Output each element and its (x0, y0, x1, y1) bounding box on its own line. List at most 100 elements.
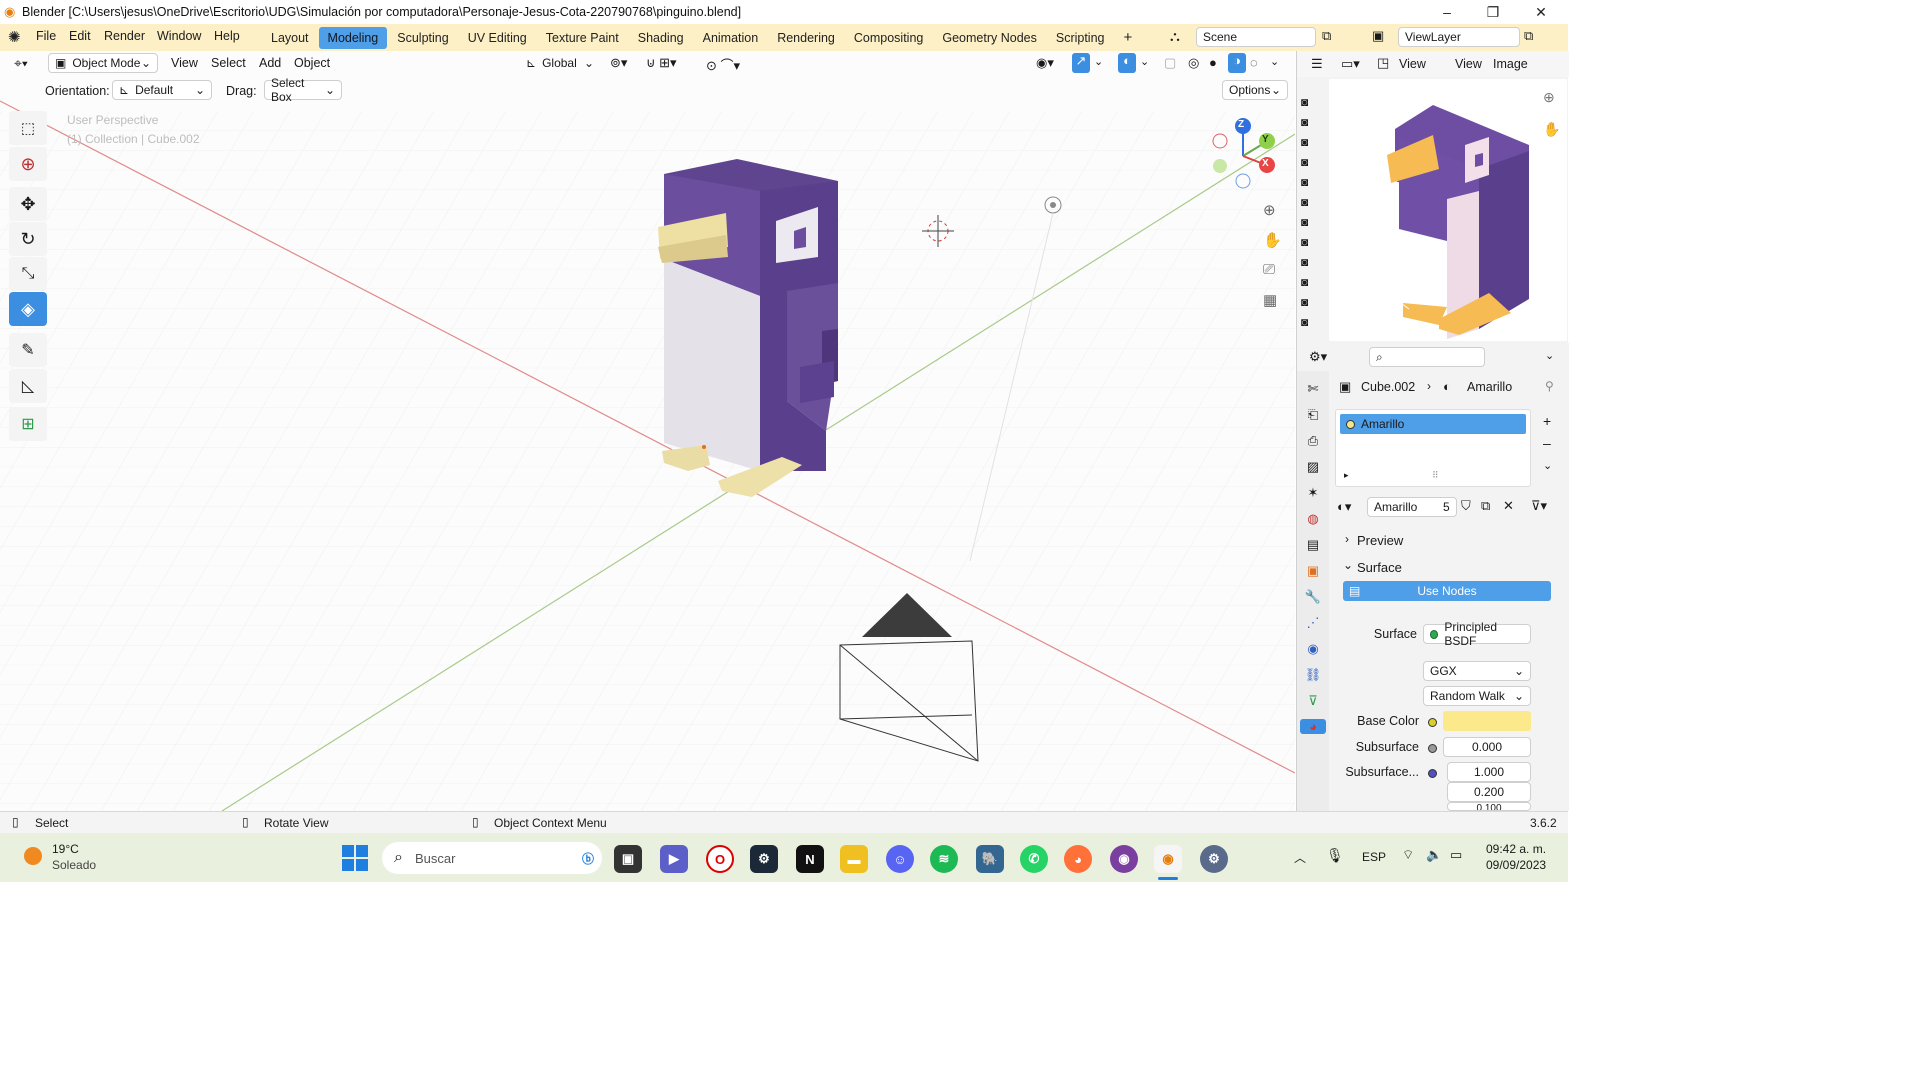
expand-triangle-icon[interactable]: ▸ (1344, 470, 1349, 481)
render-toggle-icon[interactable]: ◙ (1301, 115, 1325, 129)
chevron-down-icon[interactable]: ⌄ (1545, 349, 1554, 362)
blender-taskbar-icon[interactable]: ◉ (1154, 845, 1182, 873)
color-socket-icon[interactable] (1428, 718, 1437, 727)
menu-file[interactable]: File (28, 29, 64, 43)
material-preview-icon[interactable]: ◑ (1228, 53, 1246, 73)
new-view-layer-icon[interactable]: ⧉ (1524, 28, 1533, 44)
menu-view[interactable]: View (171, 56, 198, 70)
material-slot-item[interactable]: Amarillo (1340, 414, 1526, 434)
render-toggle-icon[interactable]: ◙ (1301, 255, 1325, 269)
radius-y-field[interactable]: 0.200 (1447, 782, 1531, 802)
subsurface-value-field[interactable]: 0.000 (1443, 737, 1531, 757)
3d-viewport[interactable]: Z Y X ⌖▾ ▣ Object Mode ⌄ View Select Add… (0, 51, 1295, 811)
tab-sculpting[interactable]: Sculpting (388, 27, 457, 49)
editor-type-icon[interactable]: ▭▾ (1341, 56, 1360, 72)
object-tab-icon[interactable]: ▣ (1307, 563, 1319, 579)
data-tab-icon[interactable]: ⊽ (1308, 693, 1318, 709)
float-socket-icon[interactable] (1428, 744, 1437, 753)
tab-layout[interactable]: Layout (262, 27, 318, 49)
add-slot-icon[interactable]: + (1543, 413, 1551, 429)
camera-view-icon[interactable]: ⎚ (1263, 261, 1275, 278)
tab-scripting[interactable]: Scripting (1047, 27, 1114, 49)
new-scene-icon[interactable]: ⧉ (1322, 28, 1331, 44)
restore-button[interactable]: ❐ (1470, 0, 1516, 24)
gizmo-toggle-icon[interactable]: ↗ (1072, 53, 1090, 73)
wireframe-shading-icon[interactable]: ◎ (1188, 55, 1199, 71)
preview-panel-header[interactable]: Preview (1357, 533, 1403, 548)
perspective-grid-icon[interactable]: ▦ (1263, 291, 1277, 309)
image-menu-view[interactable]: View (1455, 57, 1482, 71)
visibility-icon[interactable]: ◉▾ (1036, 55, 1054, 71)
users-count[interactable]: 5 (1443, 500, 1450, 514)
tab-compositing[interactable]: Compositing (845, 27, 932, 49)
start-button[interactable] (342, 845, 368, 871)
firefox-icon[interactable]: ◕ (1064, 845, 1092, 873)
render-toggle-icon[interactable]: ◙ (1301, 95, 1325, 109)
zoom-icon[interactable]: ⊕ (1263, 201, 1276, 219)
penguin-model[interactable] (658, 159, 838, 497)
notion-icon[interactable]: N (796, 845, 824, 873)
menu-select[interactable]: Select (211, 56, 246, 70)
resize-grip-icon[interactable]: ⠿ (1432, 470, 1439, 481)
constraints-tab-icon[interactable]: ⛓ (1305, 667, 1322, 683)
whatsapp-icon[interactable]: ✆ (1020, 845, 1048, 873)
settings-gear-icon[interactable]: ⚙ (1200, 845, 1228, 873)
tab-animation[interactable]: Animation (694, 27, 768, 49)
collection-tab-icon[interactable]: ▤ (1307, 537, 1319, 553)
xray-icon[interactable]: ▢ (1164, 55, 1176, 71)
view-mode-icon[interactable]: ◳ (1377, 55, 1389, 71)
distribution-dropdown[interactable]: GGX ⌄ (1423, 661, 1531, 681)
move-tool[interactable]: ✥ (9, 187, 47, 221)
view-layer-icon[interactable]: ▣ (1372, 28, 1384, 44)
rendered-shading-icon[interactable]: ◌ (1250, 55, 1258, 70)
fake-user-icon[interactable]: ⛉ (1461, 498, 1471, 514)
scene-field[interactable]: Scene (1196, 27, 1316, 47)
radius-x-field[interactable]: 1.000 (1447, 762, 1531, 782)
microphone-icon[interactable]: 🎙 (1326, 847, 1344, 864)
weather-desc[interactable]: Soleado (52, 858, 96, 872)
clock-time[interactable]: 09:42 a. m. (1486, 842, 1546, 856)
snap-icon[interactable]: ⊍ ⊞▾ (646, 55, 677, 71)
radius-z-field[interactable]: 0.100 (1447, 802, 1531, 811)
tab-geometry-nodes[interactable]: Geometry Nodes (933, 27, 1045, 49)
tab-rendering[interactable]: Rendering (768, 27, 844, 49)
discord-icon[interactable]: ☺ (886, 845, 914, 873)
opera-icon[interactable]: O (706, 845, 734, 873)
teams-icon[interactable]: ▶ (660, 845, 688, 873)
hand-pan-icon[interactable]: ✋ (1263, 231, 1282, 249)
wifi-icon[interactable]: ⌔ (1402, 847, 1414, 863)
file-explorer-icon[interactable]: ▬ (840, 845, 868, 873)
proportional-edit-icon[interactable]: ⊙ ⌒▾ (706, 55, 740, 74)
measure-tool[interactable]: ◺ (9, 369, 47, 403)
unlink-icon[interactable]: ✕ (1503, 498, 1514, 514)
menu-edit[interactable]: Edit (61, 29, 99, 43)
use-nodes-button[interactable]: ▤ Use Nodes (1343, 581, 1551, 601)
render-toggle-icon[interactable]: ◙ (1301, 135, 1325, 149)
transform-orientation-dropdown[interactable]: ⊾ Global ⌄ (520, 53, 600, 73)
add-cube-tool[interactable]: ⊞ (9, 407, 47, 441)
chevron-down-icon[interactable]: ⌄ (1270, 55, 1279, 68)
postgresql-icon[interactable]: 🐘 (976, 845, 1004, 873)
render-toggle-icon[interactable]: ◙ (1301, 175, 1325, 189)
blender-menu-icon[interactable]: ✺ (8, 28, 21, 46)
chevron-down-icon[interactable]: ⌄ (1094, 55, 1103, 68)
render-toggle-icon[interactable]: ◙ (1301, 295, 1325, 309)
chevron-down-icon[interactable]: ⌄ (1543, 459, 1552, 472)
tab-modeling[interactable]: Modeling (318, 27, 388, 49)
solid-shading-icon[interactable]: ● (1209, 55, 1217, 70)
drag-dropdown[interactable]: Select Box ⌄ (264, 76, 342, 104)
select-box-tool[interactable]: ⬚ (9, 111, 47, 145)
surface-shader-field[interactable]: Principled BSDF (1423, 620, 1531, 648)
orientation-dropdown[interactable]: ⊾ Default ⌄ (112, 80, 212, 100)
render-toggle-icon[interactable]: ◙ (1301, 275, 1325, 289)
zoom-icon[interactable]: ⊕ (1543, 89, 1555, 106)
hand-pan-icon[interactable]: ✋ (1543, 121, 1560, 138)
pivot-icon[interactable]: ⊚▾ (610, 55, 627, 71)
render-toggle-icon[interactable]: ◙ (1301, 215, 1325, 229)
scene-icon[interactable]: ⛬ (1170, 28, 1180, 45)
subsurface-method-dropdown[interactable]: Random Walk ⌄ (1423, 686, 1531, 706)
mode-dropdown[interactable]: ▣ Object Mode ⌄ (48, 53, 158, 73)
image-menu-image[interactable]: Image (1493, 57, 1528, 71)
task-view-icon[interactable]: ▣ (614, 845, 642, 873)
steam-icon[interactable]: ⚙ (750, 845, 778, 873)
